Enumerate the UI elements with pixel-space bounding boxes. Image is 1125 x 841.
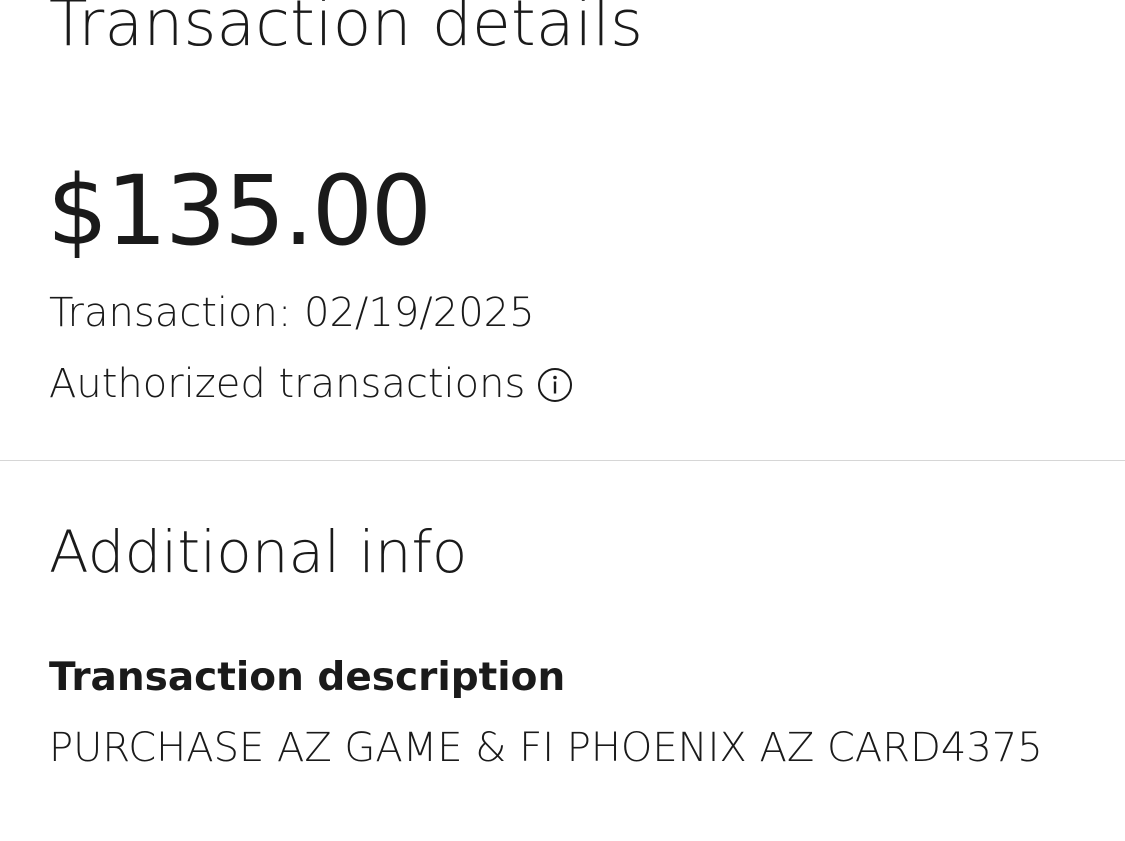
transaction-description-label: Transaction description	[49, 655, 566, 700]
additional-info-title: Additional info	[49, 518, 468, 586]
info-icon[interactable]	[537, 366, 573, 402]
section-divider	[0, 460, 1125, 461]
transaction-amount: $135.00	[47, 155, 432, 267]
authorized-transactions-row: Authorized transactions	[49, 360, 573, 408]
authorized-transactions-label: Authorized transactions	[49, 361, 526, 407]
transaction-date: Transaction: 02/19/2025	[49, 290, 535, 336]
page-title: Transaction details	[49, 0, 644, 60]
transaction-description-value: PURCHASE AZ GAME & FI PHOENIX AZ CARD437…	[49, 725, 1043, 771]
